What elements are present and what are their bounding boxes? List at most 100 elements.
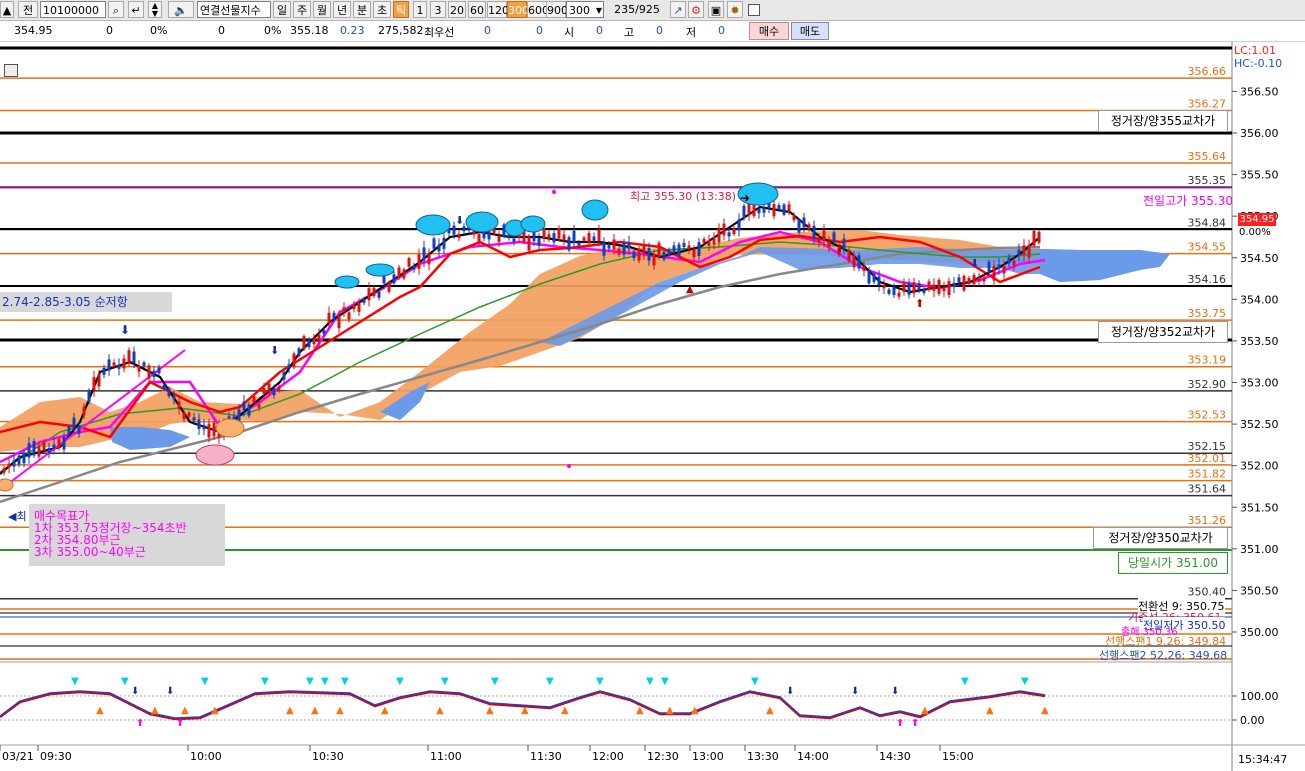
candle-body — [377, 291, 381, 298]
osc-navy-icon: ⬇ — [851, 686, 859, 697]
interval-600[interactable]: 600 — [527, 1, 549, 18]
interval-60[interactable]: 60 — [468, 1, 486, 18]
candle-body — [562, 234, 566, 241]
time-label: 13:00 — [692, 750, 724, 763]
candle-body — [732, 227, 736, 235]
pointer-icon[interactable]: ↗ — [670, 1, 686, 18]
quote-field-2: 0% — [150, 24, 168, 37]
osc-orange-icon: ▲ — [96, 705, 104, 716]
code-input[interactable]: 10100000 — [40, 1, 106, 18]
table-icon[interactable] — [4, 64, 18, 77]
candle-body — [257, 404, 261, 408]
candle-body — [437, 244, 441, 252]
volume: 275,582 — [378, 24, 424, 37]
osc-orange-icon: ▲ — [181, 705, 189, 716]
candle-body — [142, 362, 146, 367]
level-label: 353.75 — [1188, 307, 1227, 320]
osc-cyan-icon: ▼ — [321, 676, 329, 687]
candle-body — [977, 277, 981, 282]
axis-tick-label: 351.00 — [1240, 543, 1279, 556]
interval-20[interactable]: 20 — [448, 1, 466, 18]
box-350: 정거장/양350교차가 — [1093, 527, 1228, 549]
candle-body — [312, 338, 316, 345]
time-label: 15:00 — [942, 750, 974, 763]
period-tick[interactable]: 틱 — [393, 1, 409, 18]
candle-body — [462, 226, 466, 232]
quote-field-1: 0 — [106, 24, 113, 37]
candle-body — [407, 258, 411, 267]
arrow-right-icon: ➜ — [740, 191, 750, 205]
candle-body — [122, 358, 126, 369]
search-icon[interactable]: ⌕ — [108, 1, 124, 18]
interval-3[interactable]: 3 — [430, 1, 446, 18]
osc-orange-icon: ▲ — [336, 705, 344, 716]
count-select[interactable]: 300 ▼ — [566, 1, 604, 18]
open-value: 0 — [596, 24, 603, 37]
candle-body — [802, 217, 806, 228]
interval-300[interactable]: 300 — [507, 1, 529, 18]
period-second[interactable]: 초 — [373, 1, 391, 18]
candle-body — [157, 367, 161, 374]
level-label: 350.40 — [1188, 586, 1227, 599]
arrow-button[interactable]: ▲ — [0, 1, 14, 18]
candle-body — [292, 353, 296, 368]
candle-body — [702, 238, 706, 243]
candle-body — [1022, 245, 1026, 256]
checkbox[interactable] — [748, 4, 760, 16]
candle-body — [552, 233, 556, 243]
spin-icon[interactable]: ▲ ▼ — [148, 1, 162, 18]
osc-orange-icon: ▲ — [211, 705, 219, 716]
candle-body — [127, 350, 131, 364]
arrow-down-icon: ⬇ — [270, 344, 279, 357]
candle-body — [792, 214, 796, 221]
candle-body — [307, 339, 311, 348]
prefix-button[interactable]: 전 — [18, 1, 38, 18]
candle-body — [742, 205, 746, 219]
candle-body — [872, 273, 876, 282]
clear-icon[interactable]: ↵ — [128, 1, 144, 18]
candle-body — [642, 244, 646, 255]
time-label: 10:30 — [312, 750, 344, 763]
candle-body — [917, 283, 921, 291]
candle-body — [762, 207, 766, 213]
candle-body — [632, 251, 636, 259]
high-label: 고 — [624, 26, 635, 39]
interval-900[interactable]: 900 — [546, 1, 568, 18]
osc-orange-icon: ▲ — [1041, 705, 1049, 716]
signal-ellipse-4 — [520, 215, 546, 233]
candle-body — [187, 412, 191, 417]
sell-button[interactable]: 매도 — [791, 22, 829, 40]
period-day[interactable]: 일 — [273, 1, 291, 18]
save-icon[interactable]: ▣ — [708, 1, 724, 18]
candle-body — [497, 236, 501, 242]
gear-icon[interactable]: ✹ — [727, 1, 743, 18]
buy-button[interactable]: 매수 — [749, 22, 789, 40]
osc-orange-icon: ▲ — [921, 705, 929, 716]
level-label: 356.27 — [1188, 98, 1227, 111]
candle-body — [202, 424, 206, 430]
arrow-up-icon: ▲ — [686, 284, 694, 295]
candle-body — [27, 443, 31, 458]
candle-body — [697, 242, 701, 257]
candle-body — [757, 208, 761, 214]
osc-orange-icon: ▲ — [311, 705, 319, 716]
candle-body — [77, 425, 81, 434]
period-month[interactable]: 월 — [313, 1, 331, 18]
interval-120[interactable]: 120 — [487, 1, 509, 18]
box-355: 정거장/양355교차가 — [1098, 110, 1228, 132]
settings-icon[interactable]: ⚙ — [688, 1, 704, 18]
sound-icon[interactable]: 🔈 — [168, 1, 194, 18]
period-week[interactable]: 주 — [293, 1, 311, 18]
level-label: 352.53 — [1188, 409, 1227, 422]
candle-body — [327, 312, 331, 323]
target-3: 3차 355.00~40부근 — [34, 545, 146, 559]
period-minute[interactable]: 분 — [353, 1, 371, 18]
candle-body — [412, 265, 416, 270]
box-352: 정거장/양352교차가 — [1098, 321, 1228, 343]
candle-body — [662, 251, 666, 260]
axis-tick-label: 356.50 — [1240, 85, 1279, 98]
interval-1[interactable]: 1 — [413, 1, 427, 18]
period-year[interactable]: 년 — [333, 1, 351, 18]
chart-area[interactable]: 356.66 356.27 355.64 355.35 354.84 354.55 354.… — [0, 42, 1305, 771]
candle-body — [1037, 231, 1041, 243]
